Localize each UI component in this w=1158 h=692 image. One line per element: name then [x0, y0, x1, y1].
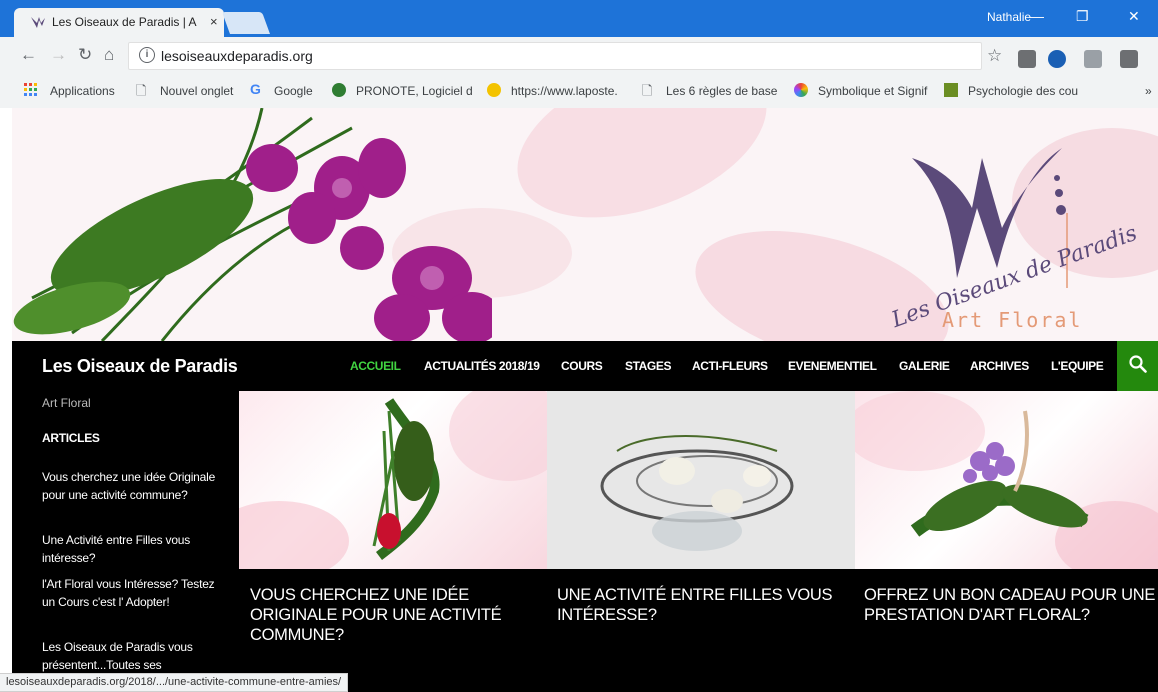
home-icon[interactable]: ⌂	[104, 45, 114, 65]
back-icon[interactable]: ←	[20, 45, 37, 65]
extension-bag-icon[interactable]	[1018, 50, 1036, 68]
bookmark-laposte[interactable]: https://www.laposte.	[511, 84, 629, 98]
site-navigation: Les Oiseaux de Paradis ACCUEIL ACTUALITÉ…	[12, 341, 1158, 391]
menu-stages[interactable]: STAGES	[625, 359, 671, 373]
menu-accueil[interactable]: ACCUEIL	[350, 359, 401, 373]
psychologie-icon	[944, 83, 958, 97]
status-bar-url: lesoiseauxdeparadis.org/2018/.../une-act…	[0, 673, 349, 692]
sidebar-article-link[interactable]: Une Activité entre Filles vous intéresse…	[42, 531, 217, 567]
bookmark-psychologie[interactable]: Psychologie des cou	[968, 84, 1084, 98]
featured-post-title[interactable]: UNE ACTIVITÉ ENTRE FILLES VOUS INTÉRESSE…	[557, 585, 852, 625]
featured-post-image[interactable]	[239, 391, 547, 569]
address-bar[interactable]: i lesoiseauxdeparadis.org ☆	[128, 42, 1002, 70]
new-tab-button[interactable]	[221, 12, 271, 34]
extension-tag-icon[interactable]	[1120, 50, 1138, 68]
bookmark-nouvel-onglet[interactable]: Nouvel onglet	[160, 84, 233, 98]
menu-cours[interactable]: COURS	[561, 359, 603, 373]
menu-archives[interactable]: ARCHIVES	[970, 359, 1029, 373]
sidebar-article-link[interactable]: Vous cherchez une idée Originale pour un…	[42, 468, 217, 504]
articles-heading: ARTICLES	[42, 431, 100, 445]
bird-logo-icon	[31, 17, 45, 28]
laposte-icon	[487, 83, 501, 97]
bookmark-6-regles[interactable]: Les 6 règles de base	[666, 84, 784, 98]
minimize-icon[interactable]: —	[1030, 8, 1044, 24]
extension-puzzle-icon[interactable]	[1084, 50, 1102, 68]
maximize-icon[interactable]: ❐	[1076, 8, 1089, 25]
site-header-banner[interactable]: Les Oiseaux de Paradis Art Floral	[12, 108, 1158, 341]
tab-close-icon[interactable]: ×	[210, 14, 218, 29]
menu-actualites[interactable]: ACTUALITÉS 2018/19	[424, 359, 540, 373]
floral-arrangement-image	[855, 391, 1158, 569]
bookmark-star-icon[interactable]: ☆	[987, 46, 1002, 66]
site-tagline: Art Floral	[42, 396, 91, 410]
sidebar-article-link[interactable]: l'Art Floral vous Intéresse? Testez un C…	[42, 575, 217, 611]
search-icon	[1129, 355, 1147, 373]
sidebar: Art Floral ARTICLES Vous cherchez une id…	[12, 391, 239, 674]
menu-evenementiel[interactable]: EVENEMENTIEL	[788, 359, 877, 373]
sidebar-article-link[interactable]: Les Oiseaux de Paradis vous présentent..…	[42, 638, 217, 674]
forward-icon[interactable]: →	[50, 45, 67, 65]
bookmarks-bar: Applications 🗋 Nouvel onglet G Google PR…	[0, 73, 1158, 109]
bookmarks-overflow-icon[interactable]: »	[1145, 84, 1152, 98]
search-button[interactable]	[1117, 341, 1158, 391]
profile-name[interactable]: Nathalie	[987, 10, 1031, 24]
bookmark-pronote[interactable]: PRONOTE, Logiciel d	[356, 84, 484, 98]
floral-arrangement-image	[239, 391, 547, 569]
floral-arrangement-image	[600, 435, 794, 551]
page-icon: 🗋	[136, 83, 147, 98]
logo-subtitle: Art Floral	[942, 308, 1083, 332]
apps-grid-icon	[24, 83, 37, 96]
color-wheel-icon	[794, 83, 808, 97]
site-title[interactable]: Les Oiseaux de Paradis	[42, 356, 238, 377]
menu-acti-fleurs[interactable]: ACTI-FLEURS	[692, 359, 768, 373]
browser-titlebar: Les Oiseaux de Paradis | A × Nathalie — …	[0, 0, 1158, 37]
bookmark-applications[interactable]: Applications	[50, 84, 115, 98]
info-icon[interactable]: i	[139, 47, 155, 63]
browser-tab-active[interactable]: Les Oiseaux de Paradis | A ×	[14, 8, 224, 37]
close-window-icon[interactable]: ✕	[1128, 8, 1140, 25]
orchid-bouquet-image	[13, 108, 492, 341]
featured-post-image[interactable]	[855, 391, 1158, 569]
bookmark-symbolique[interactable]: Symbolique et Signif	[818, 84, 930, 98]
featured-post-title[interactable]: VOUS CHERCHEZ UNE IDÉE ORIGINALE POUR UN…	[250, 585, 545, 645]
reload-icon[interactable]: ↻	[78, 45, 92, 65]
menu-equipe[interactable]: L'EQUIPE	[1051, 359, 1104, 373]
featured-post-image[interactable]	[547, 391, 855, 569]
google-icon: G	[250, 81, 261, 97]
pronote-icon	[332, 83, 346, 97]
url-text: lesoiseauxdeparadis.org	[161, 48, 313, 64]
desktop-background	[0, 108, 12, 673]
page-icon: 🗋	[642, 83, 653, 98]
menu-galerie[interactable]: GALERIE	[899, 359, 950, 373]
extension-p-icon[interactable]	[1048, 50, 1066, 68]
featured-post-title[interactable]: OFFREZ UN BON CADEAU POUR UNE PRESTATION…	[864, 585, 1158, 625]
bookmark-google[interactable]: Google	[274, 84, 313, 98]
tab-title: Les Oiseaux de Paradis | A	[52, 15, 197, 29]
